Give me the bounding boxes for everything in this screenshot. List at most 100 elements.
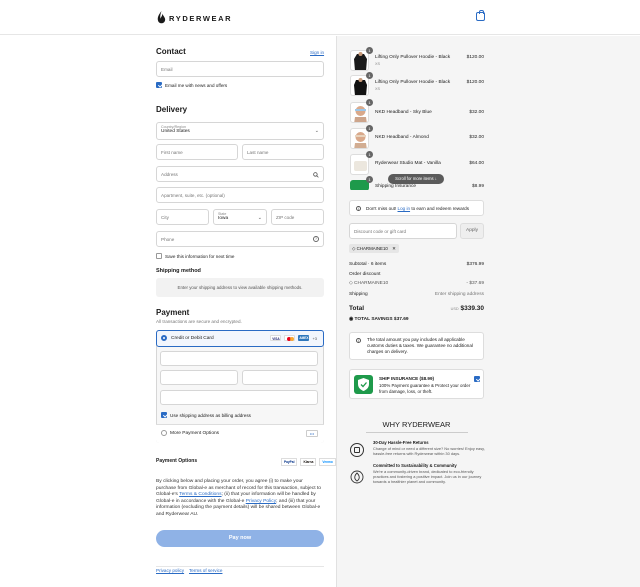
why-item-title: Committed to Sustainability & Community xyxy=(373,463,457,468)
applied-code-chip: ◇ CHARMAINE10 ✕ xyxy=(349,244,399,253)
terms-footer-link[interactable]: Terms of service xyxy=(189,568,222,573)
product-thumbnail xyxy=(350,102,369,123)
why-divider xyxy=(366,432,468,433)
brand-logo[interactable]: RYDERWEAR xyxy=(157,11,232,25)
product-name: NKD Headband - Almond xyxy=(375,135,429,140)
total-amount-group: USD $339.30 xyxy=(451,305,484,312)
last-name-field[interactable]: Last name xyxy=(242,144,324,160)
login-prompt-pre: Don't miss out! xyxy=(366,206,398,211)
address-field[interactable]: Address xyxy=(156,166,324,182)
billing-checkbox[interactable] xyxy=(161,412,167,418)
subtotal-row: Subtotal · 6 items $376.99 xyxy=(349,262,484,267)
shipping-value: Enter shipping address xyxy=(434,292,484,297)
quantity-badge: 1 xyxy=(366,72,373,79)
product-price: $120.00 xyxy=(466,55,484,60)
duties-note: i The total amount you pay includes all … xyxy=(349,332,484,360)
visa-icon: VISA xyxy=(270,335,282,341)
legal-text: By clicking below and placing your order… xyxy=(156,479,324,519)
product-price: $64.00 xyxy=(469,161,484,166)
header: RYDERWEAR xyxy=(0,0,640,35)
footer-divider xyxy=(156,566,324,567)
state-select[interactable]: State Iowa ⌄ xyxy=(213,209,267,225)
discount-code: CHARMAINE10 xyxy=(354,281,389,286)
privacy-policy-link[interactable]: Privacy Policy xyxy=(246,499,276,504)
sign-in-link[interactable]: Sign in xyxy=(310,50,324,55)
city-field[interactable]: City xyxy=(156,209,209,225)
info-icon: i xyxy=(356,206,361,211)
scroll-hint-text: Scroll for more items xyxy=(395,176,434,181)
flame-logo-icon xyxy=(157,11,166,24)
email-field[interactable]: Email xyxy=(156,61,324,77)
quantity-badge: 1 xyxy=(366,151,373,158)
chevron-down-icon: ⌄ xyxy=(314,128,319,134)
insurance-checkbox[interactable] xyxy=(474,376,480,382)
sustainability-icon xyxy=(350,470,364,484)
applied-code: CHARMAINE10 xyxy=(356,246,388,251)
privacy-policy-footer-link[interactable]: Privacy policy xyxy=(156,568,184,573)
product-name: Shipping Insurance xyxy=(375,184,417,189)
total-row: Total USD $339.30 xyxy=(349,305,484,312)
product-thumbnail xyxy=(350,154,369,175)
shield-icon xyxy=(354,375,373,394)
info-icon: i xyxy=(356,338,361,343)
quantity-badge: 1 xyxy=(366,125,373,132)
credit-card-radio[interactable] xyxy=(161,335,167,341)
brand-name: RYDERWEAR xyxy=(169,13,233,23)
pay-now-button[interactable]: Pay now xyxy=(156,530,324,547)
more-payment-option[interactable]: More Payment Options ••• xyxy=(156,424,324,443)
returns-icon xyxy=(350,443,364,457)
newsletter-checkbox[interactable] xyxy=(156,82,162,88)
discount-code-field[interactable]: Discount code or gift card xyxy=(349,223,457,239)
shipping-method-title: Shipping method xyxy=(156,268,201,274)
product-name: NKD Headband - Sky Blue xyxy=(375,110,432,115)
help-icon[interactable]: ? xyxy=(313,236,319,242)
terms-link[interactable]: Terms & Conditions xyxy=(179,492,221,497)
savings-value: $37.69 xyxy=(393,317,409,322)
more-dots-icon: ••• xyxy=(306,430,318,437)
product-price: $120.00 xyxy=(466,80,484,85)
first-name-field[interactable]: First name xyxy=(156,144,238,160)
remove-code-icon[interactable]: ✕ xyxy=(392,246,396,251)
insurance-card[interactable]: SHIP INSURANCE ($8.99) 100% Payment guar… xyxy=(349,369,484,399)
card-cvv-field[interactable] xyxy=(242,370,318,385)
apartment-field[interactable]: Apartment, suite, etc. (optional) xyxy=(156,187,324,203)
search-icon xyxy=(313,172,319,178)
why-item-title: 30-Day Hassle-Free Returns xyxy=(373,440,429,445)
paypal-logo: PayPal xyxy=(281,458,298,466)
product-price: $32.00 xyxy=(469,110,484,115)
product-price: $32.00 xyxy=(469,135,484,140)
login-prompt: i Don't miss out! Log in to earn and red… xyxy=(349,200,484,216)
insurance-title: SHIP INSURANCE ($8.99) xyxy=(379,376,435,381)
zip-field[interactable]: ZIP code xyxy=(271,209,324,225)
card-expiry-field[interactable] xyxy=(160,370,238,385)
discount-row: ◇ CHARMAINE10 - $37.69 xyxy=(349,281,484,286)
phone-field[interactable]: Phone ? xyxy=(156,231,324,247)
country-select[interactable]: Country/Region United States ⌄ xyxy=(156,122,324,140)
login-link[interactable]: Log in xyxy=(398,206,411,211)
delivery-title: Delivery xyxy=(156,105,188,114)
save-info-label: Save this information for next time xyxy=(165,254,235,259)
product-name: Lifting Only Pullover Hoodie - Black xyxy=(375,80,451,85)
card-number-field[interactable] xyxy=(160,351,318,366)
more-payment-radio[interactable] xyxy=(161,430,167,436)
state-value: Iowa xyxy=(218,216,229,221)
venmo-logo: Venmo xyxy=(319,458,336,466)
insurance-text: 100% Payment guarantee & Protect your or… xyxy=(379,383,471,394)
savings-row: ◉ TOTAL SAVINGS $37.69 xyxy=(349,317,484,322)
contact-title: Contact xyxy=(156,47,186,56)
payment-subtitle: All transactions are secure and encrypte… xyxy=(156,319,242,324)
save-info-checkbox[interactable] xyxy=(156,253,162,259)
shopping-bag-icon[interactable] xyxy=(476,10,485,21)
tag-icon: ◇ xyxy=(349,281,353,286)
card-name-field[interactable] xyxy=(160,390,318,405)
product-name: Lifting Only Pullover Hoodie - Black xyxy=(375,55,451,60)
product-thumbnail xyxy=(350,50,369,71)
total-label: Total xyxy=(349,305,365,312)
checkout-form: Contact Sign in Email Email me with news… xyxy=(0,36,336,587)
scroll-hint[interactable]: Scroll for more items ↓ xyxy=(388,174,444,184)
apply-button[interactable]: Apply xyxy=(460,223,484,239)
total-value: $339.30 xyxy=(460,305,485,312)
billing-label: Use shipping address as billing address xyxy=(170,413,251,418)
product-variant: XS xyxy=(375,87,381,91)
credit-card-option[interactable]: Credit or Debit Card VISA AMEX +3 xyxy=(156,330,324,347)
